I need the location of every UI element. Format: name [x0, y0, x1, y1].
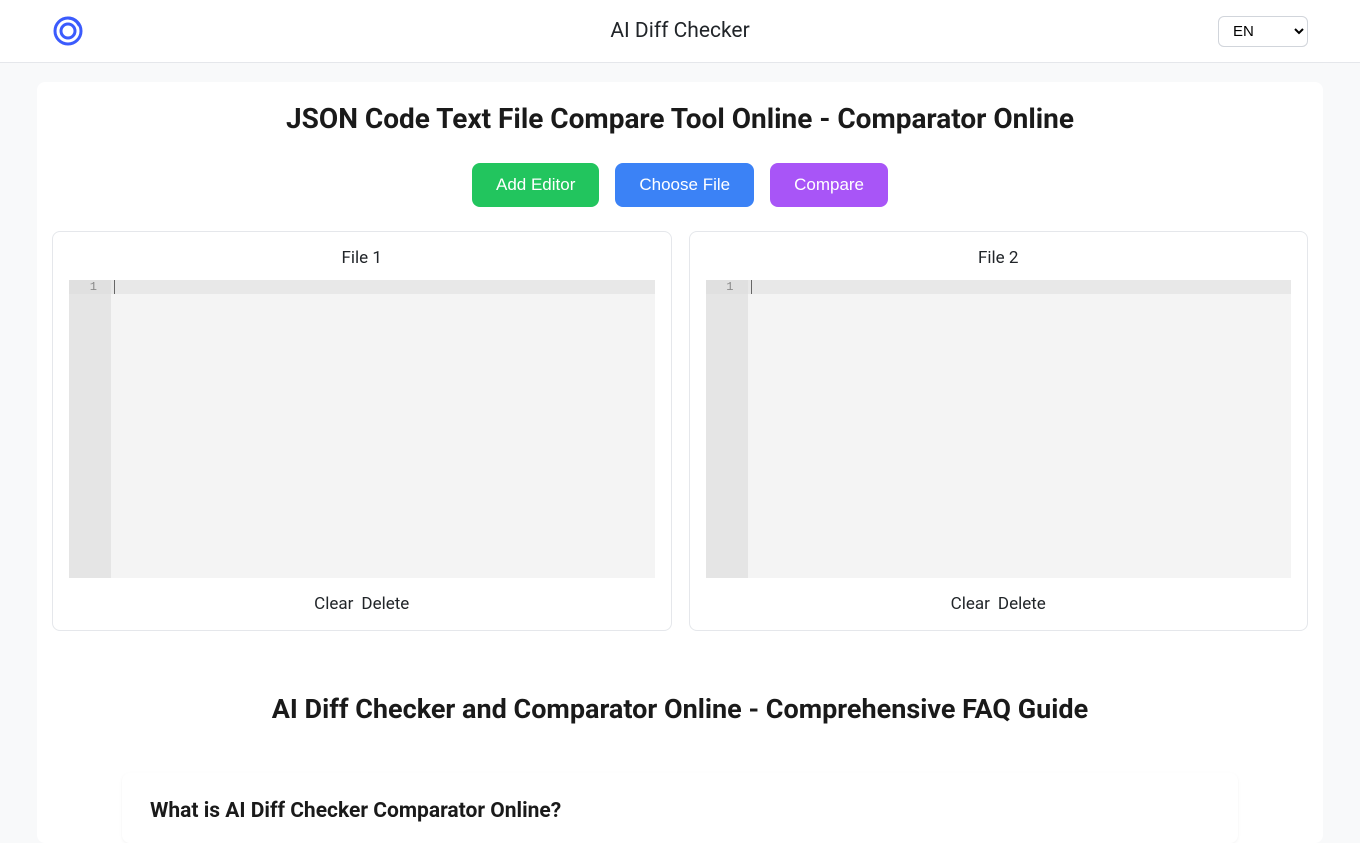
code-editor-1[interactable]: 1 [69, 280, 655, 578]
logo-icon [52, 15, 84, 47]
main-panel: JSON Code Text File Compare Tool Online … [37, 82, 1323, 843]
faq-card: What is AI Diff Checker Comparator Onlin… [122, 773, 1238, 843]
editor-actions: Clear Delete [69, 578, 655, 614]
editors-row: File 1 1 Clear Delete File 2 1 [37, 231, 1323, 655]
compare-button[interactable]: Compare [770, 163, 888, 207]
faq-question: What is AI Diff Checker Comparator Onlin… [150, 799, 1210, 823]
language-select[interactable]: EN [1218, 16, 1308, 47]
line-gutter: 1 [706, 280, 748, 578]
add-editor-button[interactable]: Add Editor [472, 163, 599, 207]
header-bar: AI Diff Checker EN [0, 0, 1360, 63]
editor-label: File 1 [69, 248, 655, 268]
clear-button[interactable]: Clear [314, 594, 353, 614]
code-editor-2[interactable]: 1 [706, 280, 1292, 578]
editor-panel-1: File 1 1 Clear Delete [52, 231, 672, 631]
editor-actions: Clear Delete [706, 578, 1292, 614]
faq-heading: AI Diff Checker and Comparator Online - … [37, 655, 1323, 755]
delete-button[interactable]: Delete [361, 594, 409, 614]
text-input-area[interactable] [111, 280, 655, 578]
editor-panel-2: File 2 1 Clear Delete [689, 231, 1309, 631]
editor-label: File 2 [706, 248, 1292, 268]
delete-button[interactable]: Delete [998, 594, 1046, 614]
text-input-area[interactable] [748, 280, 1292, 578]
line-number: 1 [69, 280, 111, 294]
page-heading: JSON Code Text File Compare Tool Online … [37, 82, 1323, 163]
app-title: AI Diff Checker [610, 19, 749, 43]
clear-button[interactable]: Clear [951, 594, 990, 614]
logo[interactable] [52, 15, 84, 47]
action-button-row: Add Editor Choose File Compare [37, 163, 1323, 231]
line-number: 1 [706, 280, 748, 294]
line-gutter: 1 [69, 280, 111, 578]
cursor-icon [751, 280, 752, 294]
cursor-icon [114, 280, 115, 294]
choose-file-button[interactable]: Choose File [615, 163, 754, 207]
